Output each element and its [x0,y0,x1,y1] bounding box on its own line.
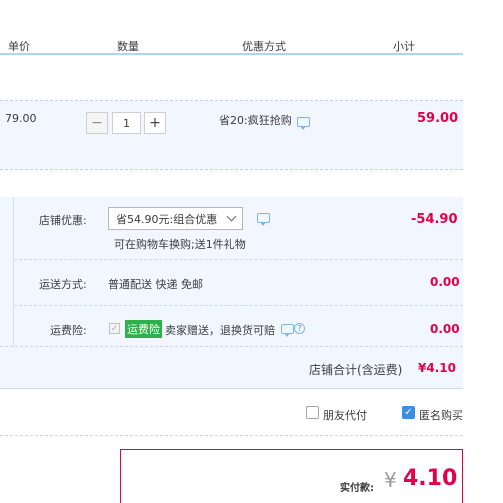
payment-label: 实付款: [340,483,374,494]
quantity-input[interactable]: 1 [112,112,141,134]
decrease-quantity-button[interactable]: − [86,112,108,134]
chat-bubble-icon[interactable] [281,324,294,337]
help-icon[interactable]: ? [294,323,305,334]
panel-left-border [13,197,14,347]
friend-pay-checkbox[interactable] [306,406,319,419]
increase-quantity-button[interactable]: + [144,112,166,134]
insurance-amount: 0.00 [430,322,460,336]
item-divider-bottom [0,169,463,170]
chat-bubble-icon[interactable] [257,213,270,226]
chat-bubble-icon[interactable] [297,117,310,130]
shipping-label: 运送方式: [39,278,87,291]
summary-divider [0,388,463,389]
header-unit-price: 单价 [8,40,30,53]
insurance-checkbox[interactable]: ✓ [109,323,120,334]
footer-divider [0,435,463,436]
header-discount-method: 优惠方式 [242,40,286,53]
shop-discount-note: 可在购物车换购;送1件礼物 [114,238,246,251]
info-divider [14,259,463,260]
quantity-stepper: − 1 + [86,111,166,135]
header-quantity: 数量 [117,40,139,53]
item-discount: 省20:疯狂抢购 [219,114,292,127]
payment-amount: 4.10 [403,466,458,491]
header-divider [0,53,463,55]
payment-currency: ¥ [384,468,397,492]
shop-discount-selected: 省54.90元:组合优惠 [116,212,218,226]
anonymous-buy-checkbox[interactable]: ✓ [402,406,415,419]
insurance-text: 卖家赠送，退换货可赔 [165,324,275,337]
insurance-label: 运费险: [50,324,87,337]
header-subtotal: 小计 [393,40,415,53]
insurance-badge: 运费险 [125,320,162,338]
info-divider [0,346,463,347]
chevron-down-icon [226,211,237,222]
shipping-value: 普通配送 快递 免邮 [108,278,203,291]
shipping-amount: 0.00 [430,275,460,289]
shop-discount-select[interactable]: 省54.90元:组合优惠 [108,207,243,230]
shop-discount-amount: -54.90 [411,212,458,227]
shop-discount-label: 店铺优惠: [39,214,87,227]
info-divider [14,305,463,306]
shop-total-amount: ¥4.10 [418,361,456,375]
friend-pay-label[interactable]: 朋友代付 [323,407,367,423]
shop-total-label: 店铺合计(含运费) [309,363,403,377]
item-unit-price: 79.00 [5,112,37,125]
anonymous-buy-label[interactable]: 匿名购买 [419,407,463,423]
item-subtotal: 59.00 [417,111,459,126]
